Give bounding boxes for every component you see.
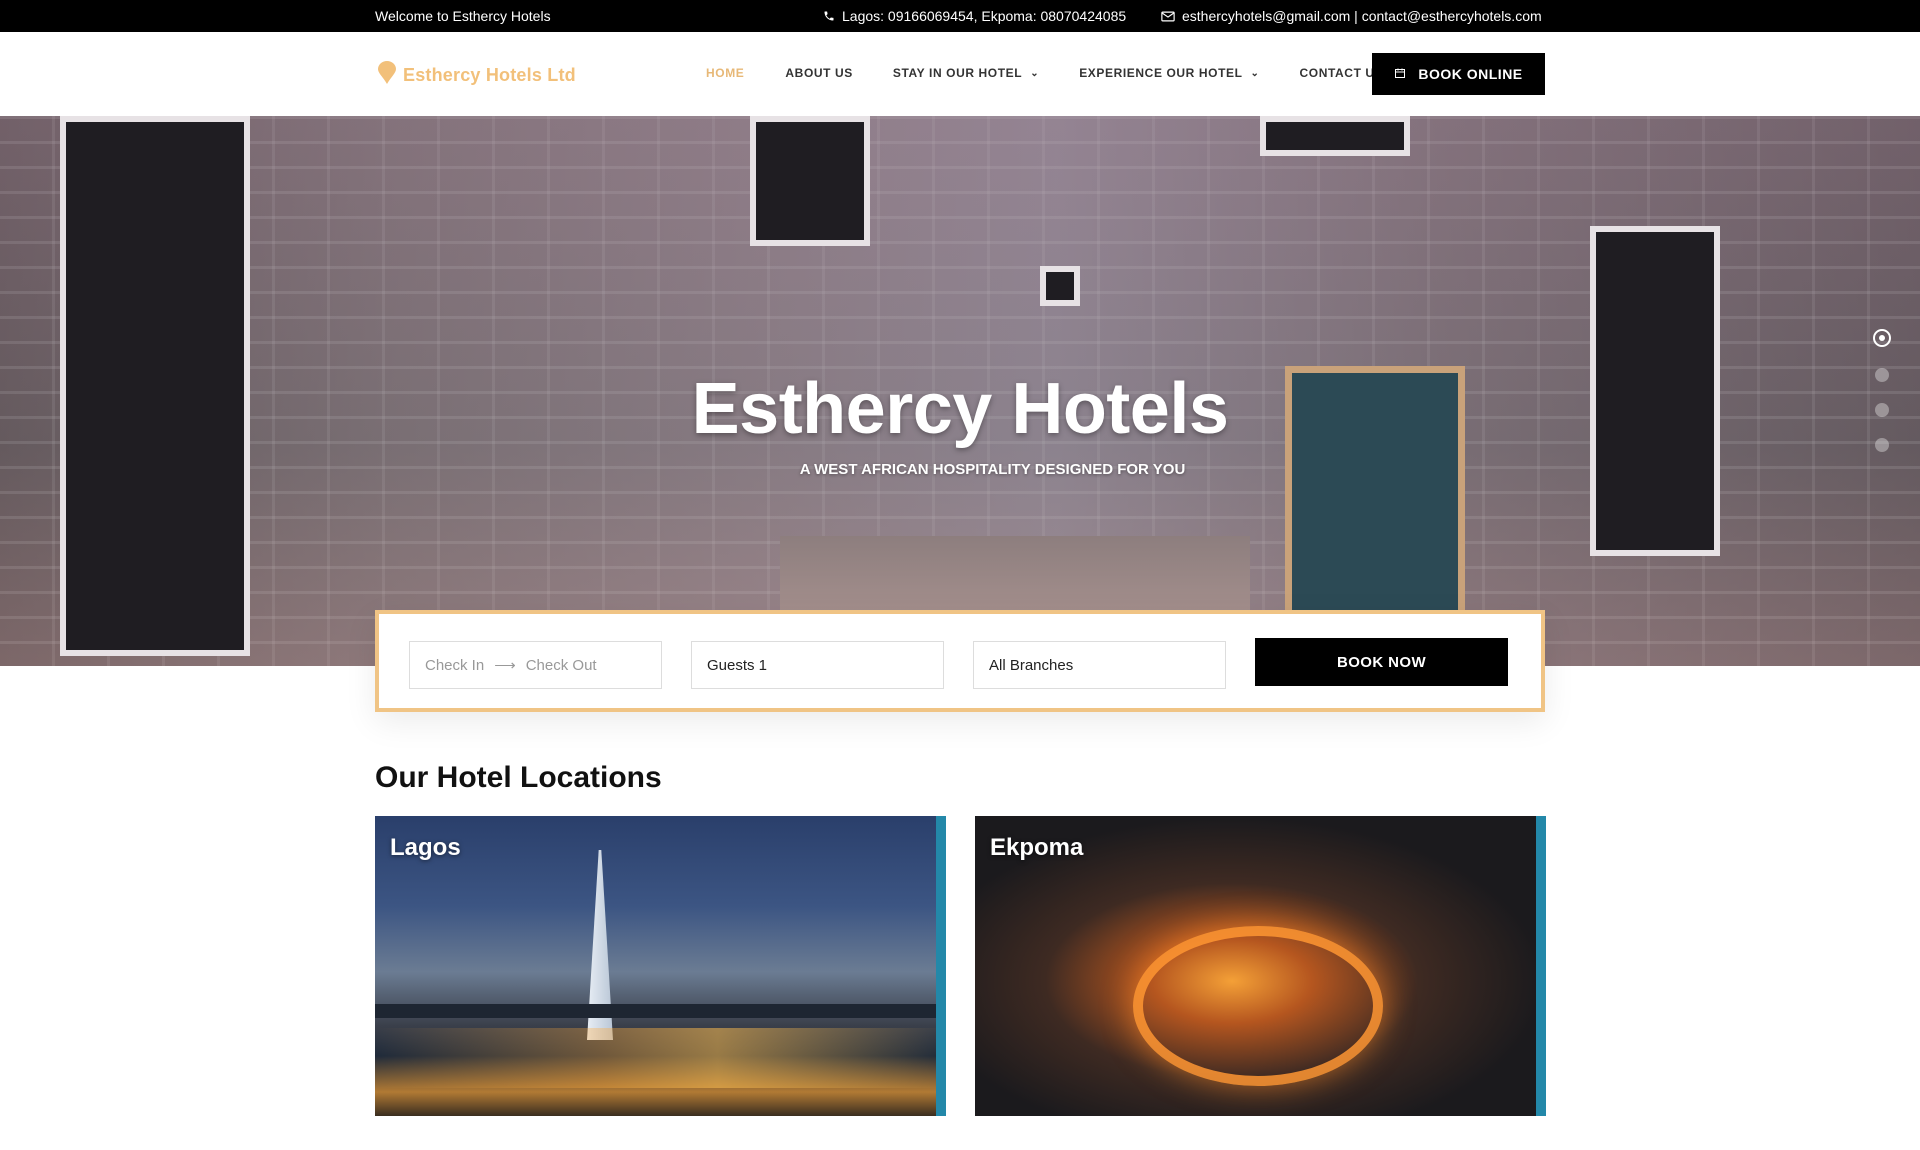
nav-item-home[interactable]: HOME	[706, 66, 744, 80]
phone-text: Lagos: 09166069454, Ekpoma: 08070424085	[842, 8, 1127, 24]
nav-item-contact-us[interactable]: CONTACT US	[1300, 66, 1384, 80]
nav-label: STAY IN OUR HOTEL	[892, 66, 1023, 80]
guests-value: Guests 1	[707, 656, 768, 674]
check-in-placeholder: Check In	[425, 656, 485, 674]
logo[interactable]: Esthercy Hotels Ltd	[377, 61, 576, 90]
slider-dots	[1873, 329, 1891, 473]
top-bar: Welcome to Esthercy Hotels Lagos: 091660…	[0, 0, 1920, 32]
slider-dot-2[interactable]	[1875, 368, 1889, 382]
nav-label: CONTACT US	[1299, 66, 1384, 80]
email-info[interactable]: esthercyhotels@gmail.com | contact@esthe…	[1161, 8, 1542, 24]
check-out-placeholder: Check Out	[525, 656, 597, 674]
pin-icon	[377, 61, 397, 90]
book-online-button[interactable]: BOOK ONLINE	[1372, 53, 1545, 95]
book-online-label: BOOK ONLINE	[1418, 66, 1523, 82]
water-reflection	[375, 1028, 946, 1088]
phone-icon	[823, 10, 835, 22]
hero-title: Esthercy Hotels	[691, 369, 1229, 449]
location-name: Lagos	[390, 834, 461, 861]
date-range-input[interactable]: Check In ⟶ Check Out	[409, 641, 662, 689]
location-card-lagos[interactable]: Lagos	[375, 816, 946, 1116]
arrow-right-icon: ⟶	[494, 657, 516, 674]
slider-dot-1[interactable]	[1873, 329, 1891, 347]
book-now-button[interactable]: BOOK NOW	[1255, 638, 1508, 686]
main-nav: HOME ABOUT US STAY IN OUR HOTEL ⌄ EXPERI…	[706, 66, 1383, 80]
hero-subtitle: A WEST AFRICAN HOSPITALITY DESIGNED FOR …	[799, 461, 1186, 478]
hero-window	[1040, 266, 1080, 306]
slider-dot-3[interactable]	[1875, 403, 1889, 417]
card-accent-strip	[936, 816, 946, 1116]
location-name: Ekpoma	[990, 834, 1084, 861]
logo-text: Esthercy Hotels Ltd	[403, 65, 576, 85]
hero-slider: Esthercy Hotels A WEST AFRICAN HOSPITALI…	[0, 116, 1920, 666]
nav-item-stay-in-our-hotel[interactable]: STAY IN OUR HOTEL ⌄	[893, 66, 1039, 80]
locations-title: Our Hotel Locations	[375, 761, 662, 794]
nav-label: EXPERIENCE OUR HOTEL	[1079, 66, 1243, 80]
branch-select[interactable]: All Branches	[973, 641, 1226, 689]
chevron-down-icon: ⌄	[1030, 67, 1040, 79]
nav-label: HOME	[706, 66, 745, 80]
email-text: esthercyhotels@gmail.com | contact@esthe…	[1182, 8, 1542, 24]
guests-select[interactable]: Guests 1	[691, 641, 944, 689]
welcome-text: Welcome to Esthercy Hotels	[375, 8, 551, 24]
bridge-deck	[375, 1004, 946, 1018]
chevron-down-icon: ⌄	[1250, 67, 1260, 79]
book-now-label: BOOK NOW	[1336, 653, 1427, 671]
nav-item-experience-our-hotel[interactable]: EXPERIENCE OUR HOTEL ⌄	[1079, 66, 1259, 80]
slider-dot-4[interactable]	[1875, 438, 1889, 452]
hero-window	[750, 116, 870, 246]
nav-label: ABOUT US	[785, 66, 853, 80]
branch-value: All Branches	[989, 656, 1074, 674]
nav-item-about-us[interactable]: ABOUT US	[785, 66, 852, 80]
phone-info[interactable]: Lagos: 09166069454, Ekpoma: 08070424085	[823, 8, 1126, 24]
envelope-icon	[1161, 11, 1175, 22]
calendar-icon	[1394, 66, 1406, 82]
roundabout-illustration	[1133, 926, 1383, 1086]
site-header: Esthercy Hotels Ltd HOME ABOUT US STAY I…	[0, 32, 1920, 116]
hero-window	[1260, 116, 1410, 156]
card-accent-strip	[1536, 816, 1546, 1116]
location-card-ekpoma[interactable]: Ekpoma	[975, 816, 1546, 1116]
